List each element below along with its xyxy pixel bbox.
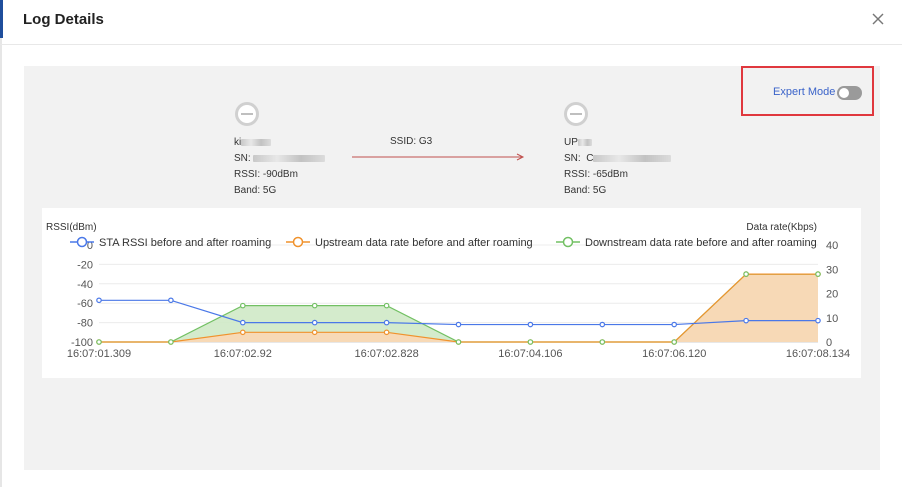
sta-rssi-point — [743, 317, 749, 324]
legend-sta-rssi-label: STA RSSI before and after roaming — [99, 237, 271, 249]
y2-tick-label: 40 — [826, 240, 838, 252]
downstream-point — [96, 339, 102, 345]
sta-rssi-point — [311, 319, 318, 326]
target-device-rssi: RSSI: -65dBm — [564, 169, 628, 180]
upstream-point — [383, 329, 390, 336]
y2-tick-label: 10 — [826, 313, 838, 325]
y-tick-label: -60 — [77, 298, 93, 310]
downstream-point — [815, 271, 821, 277]
sta-rssi-point — [599, 321, 606, 328]
roaming-chart: 0-20-40-60-80-100403020100RSSI(dBm) Data … — [46, 222, 850, 360]
downstream-point — [455, 339, 462, 345]
source-device-name: ki — [234, 135, 325, 151]
source-device-sn: SN: — [234, 151, 326, 167]
x-tick-label: 16:07:02.92 — [214, 348, 272, 360]
x-tick-label: 16:07:08.134 — [786, 348, 850, 360]
y-tick-label: -20 — [77, 259, 93, 271]
downstream-point — [527, 339, 534, 345]
ssid-label: SSID: G3 — [390, 136, 433, 147]
legend-downstream-marker — [562, 236, 574, 248]
sta-rssi-point — [96, 297, 102, 304]
y-axis-title: RSSI(dBm) — [46, 222, 97, 233]
access-point-icon — [563, 101, 589, 127]
target-device-sn: SN: C — [564, 151, 672, 167]
sta-rssi-point — [168, 297, 174, 304]
target-device-band: Band: 5G — [564, 185, 607, 196]
source-device-band: Band: 5G — [234, 185, 277, 196]
legend-upstream-label: Upstream data rate before and after roam… — [315, 237, 533, 249]
sta-rssi-point — [815, 317, 821, 324]
x-tick-label: 16:07:06.120 — [642, 348, 706, 360]
toggle-knob — [839, 88, 849, 98]
upstream-point — [311, 329, 318, 336]
upstream-point — [240, 329, 246, 336]
target-device-name: UP — [564, 135, 671, 151]
y2-tick-label: 30 — [826, 264, 838, 276]
dialog-title: Log Details — [23, 11, 104, 28]
downstream-point — [240, 302, 246, 309]
roaming-chart-card: 0 -20 -40 -60 -80 -100 40 30 20 10 0 RSSI(dBm) Data … — [42, 208, 861, 378]
target-device-info: UP SN: C RSSI: -65dBm Band: 5G — [564, 135, 672, 199]
y-tick-label: -80 — [77, 318, 93, 330]
x-tick-label: 16:07:02.828 — [354, 348, 418, 360]
sta-rssi-point — [527, 321, 534, 328]
legend-sta-rssi-marker — [76, 236, 88, 248]
sta-rssi-point — [383, 319, 390, 326]
y-tick-label: -40 — [77, 279, 93, 291]
downstream-point — [743, 271, 749, 277]
roaming-arrow — [352, 153, 525, 161]
expert-mode-toggle[interactable] — [837, 86, 862, 100]
downstream-point — [168, 339, 174, 345]
legend-upstream-marker — [292, 236, 304, 248]
downstream-point — [671, 339, 678, 345]
dialog-header: Log Details — [0, 0, 902, 45]
sta-rssi-point — [240, 319, 246, 326]
downstream-point — [311, 302, 318, 309]
expert-mode-label: Expert Mode — [773, 86, 836, 98]
sta-rssi-point — [455, 321, 462, 328]
legend-downstream-label: Downstream data rate before and after ro… — [585, 237, 817, 249]
sta-rssi-point — [671, 321, 678, 328]
source-device-info: ki SN: RSSI: -90dBm Band: 5G — [234, 135, 326, 199]
source-device-rssi: RSSI: -90dBm — [234, 169, 298, 180]
downstream-point — [383, 302, 390, 309]
access-point-icon — [234, 101, 260, 127]
y2-axis-title: Data rate(Kbps) — [746, 222, 817, 233]
downstream-point — [599, 339, 606, 345]
left-edge-strip — [0, 38, 2, 487]
close-icon[interactable] — [870, 11, 886, 27]
x-tick-label: 16:07:04.106 — [498, 348, 562, 360]
x-tick-label: 16:07:01.309 — [67, 348, 131, 360]
y2-tick-label: 20 — [826, 289, 838, 301]
